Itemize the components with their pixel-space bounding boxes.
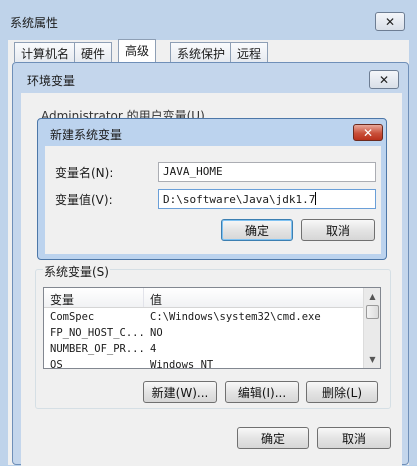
environment-variables-close-button[interactable]: ✕ [369, 70, 399, 89]
tab-hardware[interactable]: 硬件 [74, 42, 113, 62]
new-var-ok-button[interactable]: 确定 [221, 219, 293, 241]
env-ok-button[interactable]: 确定 [237, 427, 309, 449]
button-label: 删除(L) [321, 385, 363, 400]
button-label: 取消 [325, 223, 350, 238]
button-label: 确定 [244, 223, 269, 238]
list-rows: ComSpec C:\Windows\system32\cmd.exe FP_NO_… [44, 308, 364, 369]
column-header-value[interactable]: 值 [144, 288, 364, 307]
variable-name-value: JAVA_HOME [163, 165, 223, 178]
close-icon: ✕ [378, 72, 390, 87]
list-vertical-scrollbar[interactable]: ▲ ▼ [363, 288, 380, 368]
close-icon: ✕ [384, 14, 396, 29]
variable-value-label: 变量值(V): [55, 193, 113, 207]
tab-system-protection[interactable]: 系统保护 [170, 42, 233, 62]
button-label: 新建(W)... [151, 385, 209, 400]
new-variable-button[interactable]: 新建(W)... [143, 381, 217, 403]
new-system-variable-body: 变量名(N): JAVA_HOME 变量值(V): D:\software\Ja… [45, 146, 381, 254]
new-system-variable-dialog: 新建系统变量 ✕ 变量名(N): JAVA_HOME 变量值(V): D:\so… [37, 118, 387, 260]
variable-value-cell: 4 [150, 343, 157, 355]
tab-label: 高级 [125, 44, 150, 58]
table-row[interactable]: NUMBER_OF_PR... 4 [44, 341, 364, 357]
tab-advanced[interactable]: 高级 [118, 39, 157, 62]
system-properties-title: 系统属性 [10, 16, 59, 30]
tab-label: 硬件 [81, 47, 106, 61]
variable-name-input[interactable]: JAVA_HOME [158, 162, 376, 182]
tab-remote[interactable]: 远程 [230, 42, 269, 62]
system-variables-list[interactable]: 变量 值 ComSpec C:\Windows\system32\cmd.exe F… [43, 287, 381, 369]
new-system-variable-title: 新建系统变量 [50, 128, 123, 142]
variable-name-cell: FP_NO_HOST_C... [50, 327, 144, 339]
system-properties-close-button[interactable]: ✕ [375, 12, 405, 31]
new-var-cancel-button[interactable]: 取消 [301, 219, 375, 241]
column-header-variable[interactable]: 变量 [44, 288, 144, 307]
list-header: 变量 值 [44, 288, 364, 308]
tab-label: 系统保护 [177, 47, 226, 61]
text-caret [315, 192, 317, 205]
button-label: 编辑(I)... [237, 385, 287, 400]
scroll-down-arrow-icon[interactable]: ▼ [365, 352, 380, 367]
button-label: 取消 [341, 431, 366, 446]
variable-value-value: D:\software\Java\jdk1.7 [163, 193, 316, 206]
close-icon: ✕ [362, 125, 374, 140]
edit-variable-button[interactable]: 编辑(I)... [225, 381, 299, 403]
tab-label: 计算机名 [21, 47, 70, 61]
variable-value-input[interactable]: D:\software\Java\jdk1.7 [158, 189, 376, 209]
scroll-thumb[interactable] [366, 305, 379, 319]
variable-name-cell: OS [50, 359, 63, 369]
table-row[interactable]: ComSpec C:\Windows\system32\cmd.exe [44, 309, 364, 325]
button-label: 确定 [260, 431, 285, 446]
system-variables-label: 系统变量(S) [43, 263, 110, 280]
variable-value-cell: C:\Windows\system32\cmd.exe [150, 311, 321, 323]
scroll-up-arrow-icon[interactable]: ▲ [365, 289, 380, 304]
env-cancel-button[interactable]: 取消 [317, 427, 391, 449]
tab-computer-name[interactable]: 计算机名 [14, 42, 77, 62]
variable-name-cell: ComSpec [50, 311, 95, 323]
environment-variables-title: 环境变量 [27, 74, 76, 88]
table-row[interactable]: FP_NO_HOST_C... NO [44, 325, 364, 341]
table-row[interactable]: OS Windows_NT [44, 357, 364, 369]
variable-name-cell: NUMBER_OF_PR... [50, 343, 144, 355]
delete-variable-button[interactable]: 删除(L) [306, 381, 378, 403]
tab-label: 远程 [237, 47, 262, 61]
new-system-variable-close-button[interactable]: ✕ [353, 124, 383, 141]
variable-name-label: 变量名(N): [55, 166, 114, 180]
variable-value-cell: NO [150, 327, 163, 339]
variable-value-cell: Windows_NT [150, 359, 214, 369]
